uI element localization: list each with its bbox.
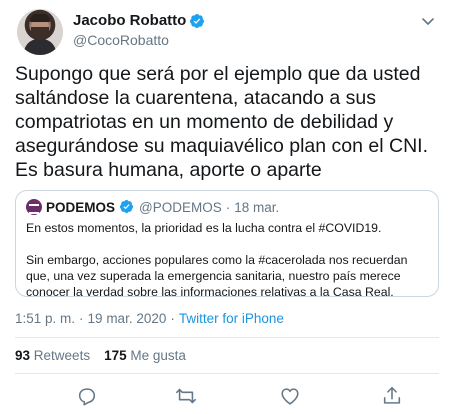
quoted-separator: ·	[225, 199, 231, 215]
divider	[15, 337, 439, 338]
retweets-label: Retweets	[33, 348, 91, 363]
verified-badge-icon	[189, 13, 205, 29]
tweet-actions	[15, 385, 439, 409]
quoted-tweet-text: En estos momentos, la prioridad es la lu…	[26, 220, 431, 300]
quoted-display-name: PODEMOS	[46, 199, 116, 215]
tweet-header: Jacobo Robatto @CocoRobatto	[15, 7, 440, 57]
quoted-paragraph: Sin embargo, acciones populares como la …	[26, 253, 408, 299]
tweet-stats: 93 Retweets 175 Me gusta	[15, 348, 186, 363]
retweets-count: 93	[15, 348, 31, 363]
quoted-tweet-header: PODEMOS @PODEMOS · 18 mar.	[26, 199, 279, 215]
avatar[interactable]	[17, 9, 63, 55]
meta-separator: ·	[79, 311, 84, 326]
meta-separator: ·	[170, 311, 175, 326]
quoted-handle: @PODEMOS	[139, 199, 222, 215]
quoted-tweet[interactable]: PODEMOS @PODEMOS · 18 mar. En estos mome…	[15, 190, 439, 300]
author-display-name[interactable]: Jacobo Robatto	[73, 12, 186, 29]
verified-badge-icon	[119, 199, 135, 215]
quoted-paragraph: En estos momentos, la prioridad es la lu…	[26, 221, 382, 235]
author-handle[interactable]: @CocoRobatto	[73, 32, 205, 48]
likes-count: 175	[104, 348, 127, 363]
likes-label: Me gusta	[130, 348, 186, 363]
tweet-time[interactable]: 1:51 p. m.	[15, 311, 75, 326]
author-names[interactable]: Jacobo Robatto @CocoRobatto	[73, 12, 205, 48]
heart-icon[interactable]	[279, 385, 301, 407]
tweet-text: Supongo que será por el ejemplo que da u…	[15, 63, 428, 181]
tweet-source-link[interactable]: Twitter for iPhone	[179, 311, 284, 326]
quoted-avatar	[26, 199, 42, 215]
tweet: Jacobo Robatto @CocoRobatto Supongo que …	[0, 0, 454, 414]
divider	[15, 373, 439, 374]
likes-stat[interactable]: 175 Me gusta	[104, 348, 186, 363]
quoted-date: 18 mar.	[234, 199, 280, 215]
share-icon[interactable]	[381, 385, 403, 407]
tweet-meta: 1:51 p. m. · 19 mar. 2020 · Twitter for …	[15, 311, 284, 326]
retweets-stat[interactable]: 93 Retweets	[15, 348, 90, 363]
retweet-icon[interactable]	[175, 385, 197, 407]
chevron-down-icon[interactable]	[420, 13, 436, 29]
reply-icon[interactable]	[76, 385, 98, 407]
tweet-date[interactable]: 19 mar. 2020	[88, 311, 167, 326]
